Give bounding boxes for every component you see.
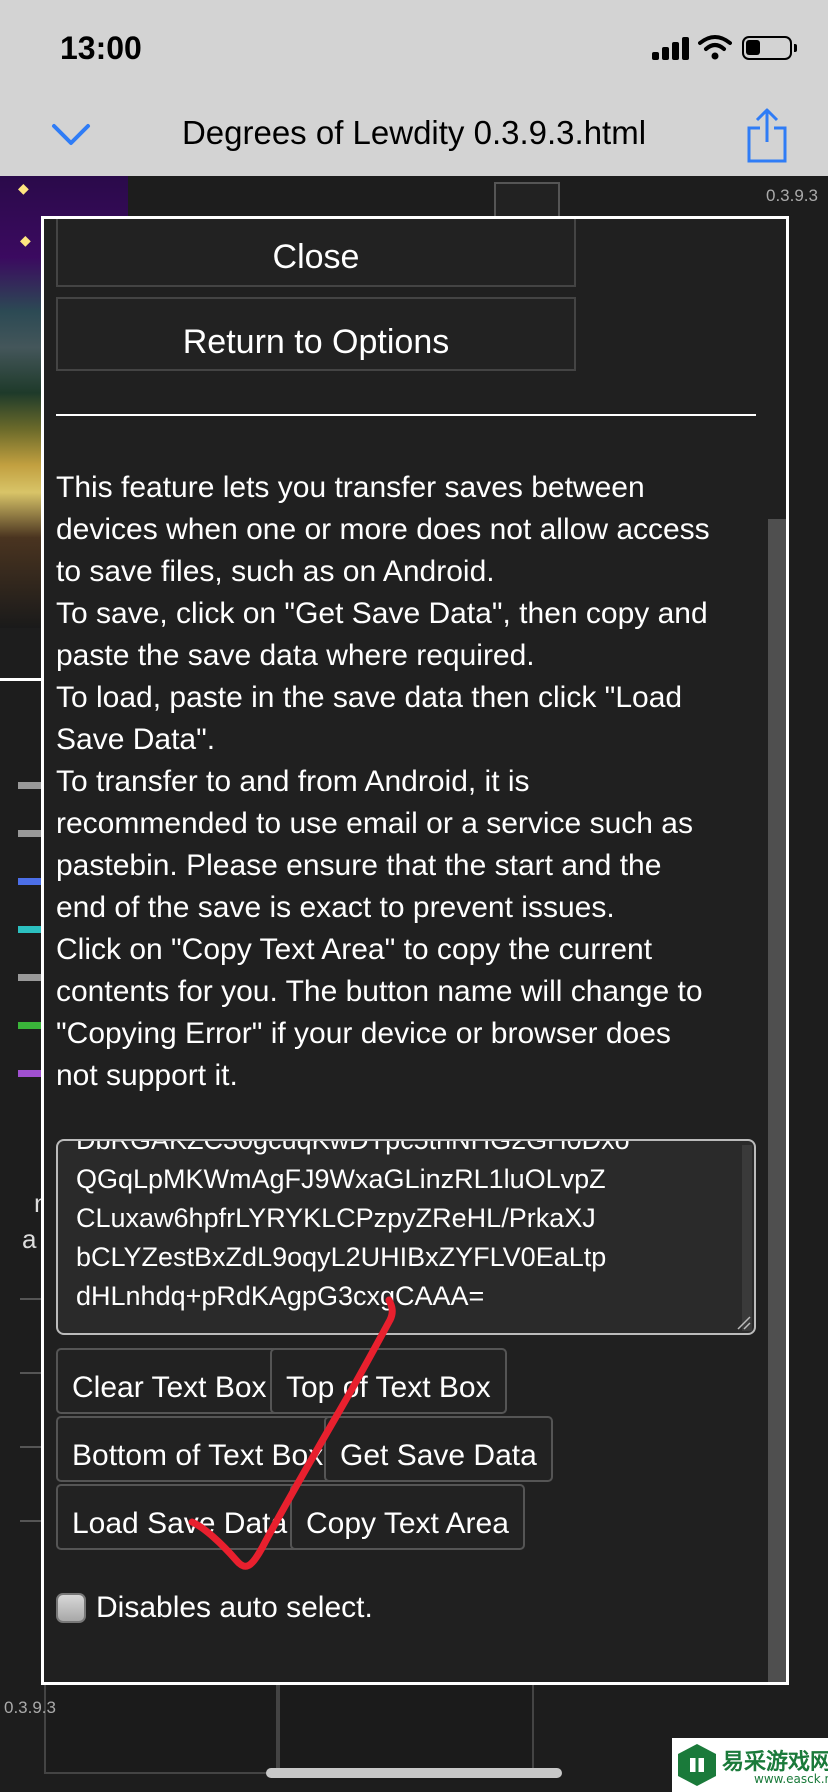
watermark-url: www.easck.net xyxy=(754,1772,828,1786)
share-icon[interactable] xyxy=(746,106,788,164)
checkbox-label: Disables auto select. xyxy=(96,1591,373,1624)
instruction-line: to save files, such as on Android. xyxy=(56,555,495,588)
instruction-line: end of the save is exact to prevent issu… xyxy=(56,891,615,924)
instruction-line: "Copying Error" if your device or browse… xyxy=(56,1017,671,1050)
instruction-line: Click on "Copy Text Area" to copy the cu… xyxy=(56,933,653,966)
save-data-line: QGqLpMKWmAgFJ9WxaGLinzRL1luOLvpZ xyxy=(76,1164,606,1194)
save-data-line: DbRGAKZC30gcuqKwDTpc5thNHG2GH0Dxo xyxy=(76,1139,630,1155)
save-data-textarea[interactable]: DbRGAKZC30gcuqKwDTpc5thNHG2GH0Dxo QGqLpM… xyxy=(56,1139,756,1335)
status-bar: 13:00 xyxy=(0,0,828,96)
return-to-options-button[interactable]: Return to Options xyxy=(56,297,576,371)
site-watermark: 易采游戏网 www.easck.net xyxy=(672,1738,828,1792)
instruction-line: paste the save data where required. xyxy=(56,639,535,672)
save-data-line: bCLYZestBxZdL9oqyL2UHIBxZYFLV0EaLtp xyxy=(76,1242,607,1272)
status-time: 13:00 xyxy=(60,30,142,66)
watermark-logo-icon xyxy=(678,1744,716,1786)
instruction-line: pastebin. Please ensure that the start a… xyxy=(56,849,662,882)
transfer-instructions: This feature lets you transfer saves bet… xyxy=(56,467,766,1097)
instruction-line: recommended to use email or a service su… xyxy=(56,807,693,840)
cellular-signal-icon xyxy=(652,36,690,60)
close-button[interactable]: Close xyxy=(56,219,576,287)
clear-text-box-button[interactable]: Clear Text Box xyxy=(56,1348,283,1414)
save-data-line: CLuxaw6hpfrLYRYKLCPzpyZReHL/PrkaXJ xyxy=(76,1203,596,1233)
instruction-line: This feature lets you transfer saves bet… xyxy=(56,471,645,504)
bottom-of-text-box-button[interactable]: Bottom of Text Box xyxy=(56,1416,340,1482)
top-of-text-box-button[interactable]: Top of Text Box xyxy=(270,1348,507,1414)
wifi-icon xyxy=(698,35,732,60)
background-text: a xyxy=(22,1224,37,1254)
instruction-line: not support it. xyxy=(56,1059,238,1092)
version-label: 0.3.9.3 xyxy=(766,186,818,205)
instruction-line: To transfer to and from Android, it is xyxy=(56,765,530,798)
instruction-line: contents for you. The button name will c… xyxy=(56,975,703,1008)
viewer-nav-bar: Degrees of Lewdity 0.3.9.3.html xyxy=(0,96,828,176)
disable-auto-select-checkbox[interactable] xyxy=(56,1593,86,1623)
battery-icon xyxy=(742,36,797,60)
resize-grip-icon[interactable] xyxy=(734,1313,752,1331)
instruction-line: To load, paste in the save data then cli… xyxy=(56,681,683,714)
section-divider xyxy=(56,414,756,416)
instruction-line: To save, click on "Get Save Data", then … xyxy=(56,597,708,630)
home-indicator[interactable] xyxy=(266,1768,562,1778)
version-label: 0.3.9.3 xyxy=(4,1698,56,1717)
load-save-data-button[interactable]: Load Save Data xyxy=(56,1484,304,1550)
textarea-scrollbar[interactable] xyxy=(742,1145,752,1331)
copy-text-area-button[interactable]: Copy Text Area xyxy=(290,1484,525,1550)
save-data-line: dHLnhdq+pRdKAgpG3cxgCAAA= xyxy=(76,1281,485,1311)
instruction-line: Save Data". xyxy=(56,723,216,756)
dialog-scrollbar[interactable] xyxy=(768,519,786,1682)
document-title: Degrees of Lewdity 0.3.9.3.html xyxy=(181,114,647,151)
get-save-data-button[interactable]: Get Save Data xyxy=(324,1416,553,1482)
instruction-line: devices when one or more does not allow … xyxy=(56,513,710,546)
save-transfer-dialog: Close Return to Options This feature let… xyxy=(41,216,789,1685)
